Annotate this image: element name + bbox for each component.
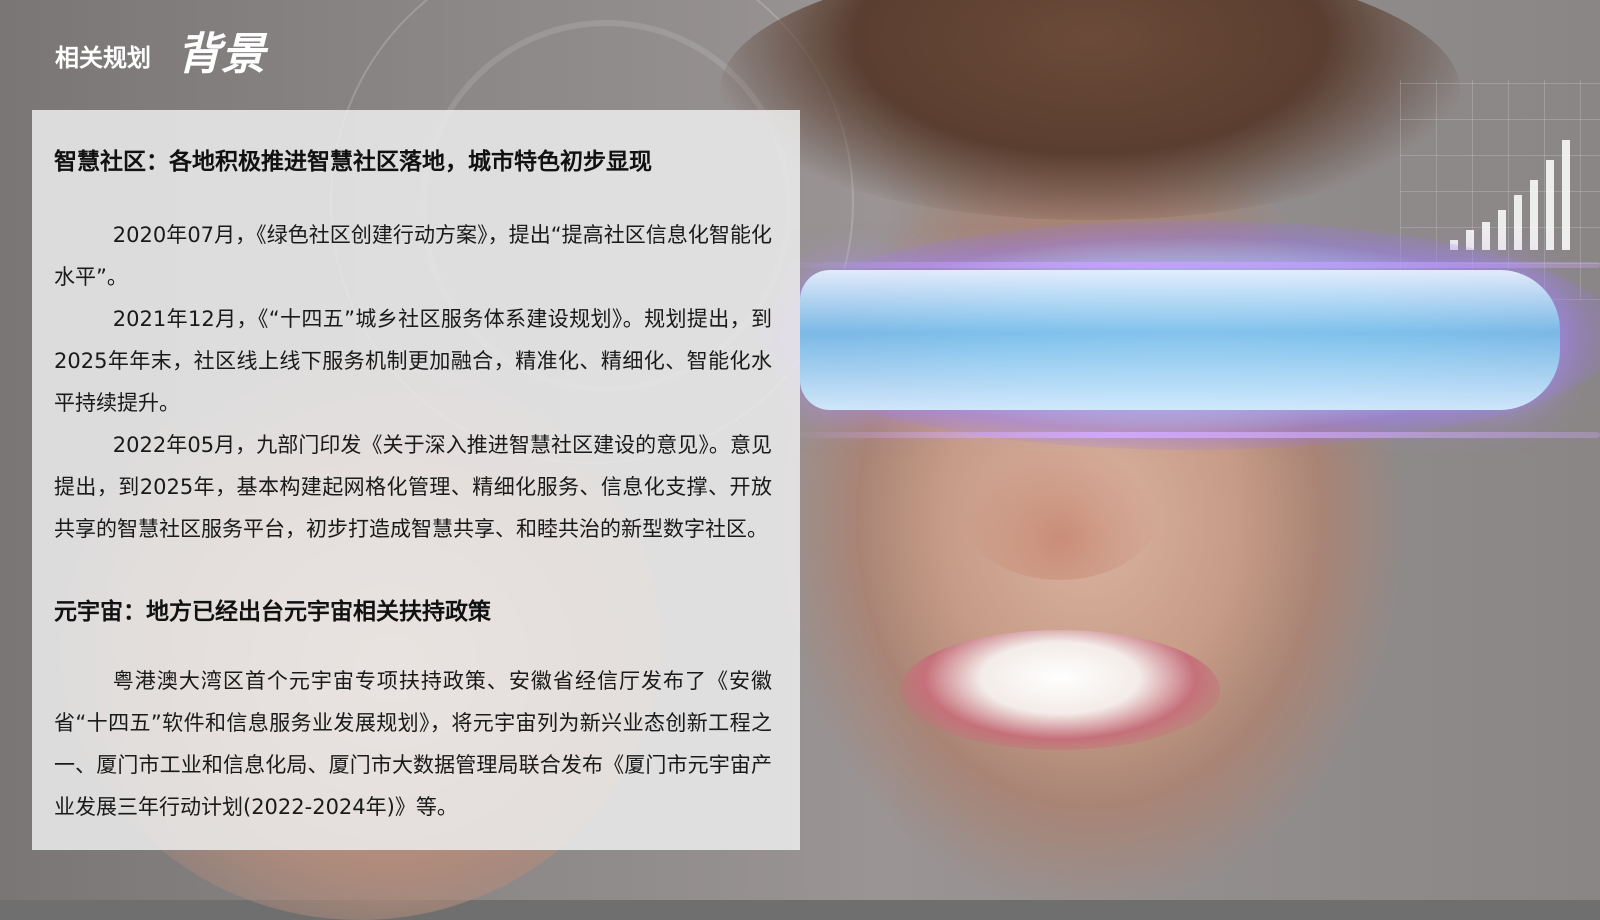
hud-bar [1546, 160, 1554, 250]
vr-visor-line-bottom [780, 432, 1600, 438]
section-body-metaverse: 粤港澳大湾区首个元宇宙专项扶持政策、安徽省经信厅发布了《安徽省“十四五”软件和信… [54, 660, 772, 828]
paragraph: 2020年07月，《绿色社区创建行动方案》，提出“提高社区信息化智能化水平”。 [54, 223, 772, 289]
hud-bar [1498, 210, 1506, 250]
paragraph: 2021年12月，《“十四五”城乡社区服务体系建设规划》。规划提出，到2025年… [54, 307, 772, 415]
vr-visor-line-top [780, 262, 1600, 268]
hud-bar-graphic [1450, 130, 1600, 250]
header-title: 背景 [177, 29, 265, 80]
section-heading-metaverse: 元宇宙：地方已经出台元宇宙相关扶持政策 [54, 599, 491, 625]
header-subtitle: 相关规划 [55, 44, 151, 72]
background-nose [960, 440, 1160, 580]
paragraph: 粤港澳大湾区首个元宇宙专项扶持政策、安徽省经信厅发布了《安徽省“十四五”软件和信… [54, 669, 772, 819]
background-smile [900, 630, 1220, 750]
vr-visor [800, 270, 1560, 410]
section-body-smart-community: 2020年07月，《绿色社区创建行动方案》，提出“提高社区信息化智能化水平”。 … [54, 214, 772, 550]
hud-bar [1514, 195, 1522, 250]
hud-bar [1530, 180, 1538, 250]
hud-bar [1562, 140, 1570, 250]
text-panel: 智慧社区：各地积极推进智慧社区落地，城市特色初步显现 2020年07月，《绿色社… [32, 110, 800, 850]
section-heading-smart-community: 智慧社区：各地积极推进智慧社区落地，城市特色初步显现 [54, 149, 652, 175]
hud-bar [1482, 222, 1490, 250]
paragraph: 2022年05月，九部门印发《关于深入推进智慧社区建设的意见》。意见提出，到20… [54, 433, 772, 541]
